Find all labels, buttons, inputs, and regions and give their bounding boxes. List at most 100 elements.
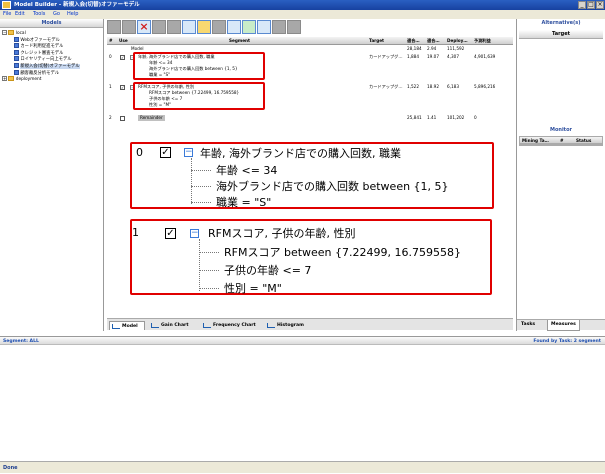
zoom-checkbox: ✓ [160, 147, 171, 158]
tree-node-new-member-offer[interactable]: 新規入会(切替)オファーモデル [2, 62, 103, 70]
model-row-label: Model [131, 46, 144, 51]
cell-target: カードアップグ… [369, 84, 403, 89]
tab-gain-chart[interactable]: Gain Chart [149, 321, 189, 330]
excel-icon[interactable] [242, 20, 256, 34]
menu-go[interactable]: Go [53, 10, 60, 19]
highlight-box [133, 52, 265, 80]
menu-edit[interactable]: Edit [15, 10, 25, 19]
col-target[interactable]: Target [369, 37, 384, 45]
model-icon [14, 36, 19, 42]
segment-grid-header: # Use Segment Target 適合… 適合… Deploy… 予測利… [107, 37, 513, 45]
tab-measures[interactable]: Measures [547, 320, 580, 331]
chart-icon[interactable] [257, 20, 271, 34]
monitor-col[interactable]: # [560, 137, 564, 144]
menu-bar [0, 10, 605, 19]
menu-help[interactable]: Help [67, 10, 78, 19]
tab-frequency-chart[interactable]: Frequency Chart [201, 321, 256, 330]
tree-label: deployment [15, 77, 42, 83]
zoom-collapse-icon: − [190, 228, 199, 238]
expand-toggle[interactable]: − [2, 30, 7, 35]
models-panel: Models − local Webオファーモデル カード利用促進モデル クレジ… [0, 19, 104, 331]
zoom-row-num: 1 [132, 226, 139, 239]
toolbar-button[interactable] [107, 20, 121, 34]
use-checkbox[interactable]: ✓ [120, 54, 125, 60]
col-segment[interactable]: Segment [229, 37, 250, 45]
cell: 5,896,216 [474, 84, 496, 89]
use-checkbox[interactable]: ✓ [120, 84, 125, 90]
toolbar-button[interactable] [152, 20, 166, 34]
tree-label: 新規入会(切替)オファーモデル [20, 63, 80, 69]
histogram-icon [267, 323, 275, 328]
open-icon[interactable] [197, 20, 211, 34]
app-icon [2, 1, 11, 9]
col-c2[interactable]: 適合… [427, 37, 440, 45]
tree-node-credit-review[interactable]: クレジット審査モデル [2, 49, 103, 57]
monitor-table-header: Mining Ta… # Status [519, 136, 603, 144]
monitor-header: Monitor [517, 126, 605, 134]
use-checkbox[interactable] [120, 115, 125, 121]
toolbar-button[interactable] [212, 20, 226, 34]
zoom-segment-title: RFMスコア, 子供の年齢, 性別 [208, 227, 356, 240]
tree-node-card-usage[interactable]: カード利用促進モデル [2, 43, 103, 50]
zoom-collapse-icon: − [184, 147, 193, 157]
zoom-callout-segment-0: 0 ✓ − 年齢, 海外ブランド店での購入回数, 職業 年齢 <= 34 海外ブ… [130, 142, 494, 209]
tab-histogram[interactable]: Histogram [265, 321, 304, 330]
right-tabs: Tasks Measures [517, 319, 605, 331]
edit-icon[interactable] [227, 20, 241, 34]
tree-line [191, 158, 192, 204]
divider [519, 144, 603, 146]
cell-target: カードアップグ… [369, 54, 403, 59]
tab-tasks[interactable]: Tasks [521, 320, 535, 330]
minimize-button[interactable]: _ [578, 1, 586, 9]
tree-line [199, 288, 219, 289]
cell: 2.94 [427, 46, 437, 51]
tree-node-churn[interactable]: 顧客離反分析モデル [2, 69, 103, 77]
tree-label: カード利用促進モデル [20, 44, 64, 50]
close-button[interactable]: × [596, 1, 604, 9]
tab-label: Model [122, 324, 138, 329]
model-icon [14, 49, 19, 55]
cell: 111,592 [447, 46, 465, 51]
toolbar-button[interactable] [167, 20, 181, 34]
tree-line [199, 239, 200, 291]
tab-label: Histogram [277, 323, 304, 328]
segment-label: Remainder [138, 115, 165, 121]
cell: 28,184 [407, 46, 422, 51]
col-c1[interactable]: 適合… [407, 37, 420, 45]
target-col-header[interactable]: Target [519, 30, 603, 39]
tree-node-loyalty[interactable]: ロイヤリティー向上モデル [2, 56, 103, 63]
menu-file[interactable]: File [3, 10, 11, 19]
tab-model[interactable]: Model [109, 321, 145, 330]
tree-node-local[interactable]: − local [2, 30, 103, 37]
status-text: Done [3, 465, 18, 471]
toolbar-button[interactable] [287, 20, 301, 34]
tree-label: local [15, 31, 26, 36]
zoom-condition: 性別 = "M" [224, 282, 282, 295]
maximize-button[interactable]: □ [587, 1, 595, 9]
col-c3[interactable]: Deploy… [447, 37, 468, 45]
delete-icon[interactable]: × [137, 20, 151, 34]
folder-icon [8, 76, 15, 82]
tree-line [199, 252, 219, 253]
tree-label: 顧客離反分析モデル [20, 70, 60, 76]
toolbar-button[interactable] [272, 20, 286, 34]
monitor-col[interactable]: Status [576, 137, 591, 144]
row-num: 1 [109, 84, 112, 89]
monitor-col[interactable]: Mining Ta… [522, 137, 549, 144]
col-use[interactable]: Use [119, 37, 128, 45]
cell: 0 [474, 115, 477, 120]
tree-node-deployment[interactable]: + deployment [2, 76, 103, 83]
col-c4[interactable]: 予測利益 [474, 37, 491, 45]
cell: 19.07 [427, 54, 439, 59]
tab-label: Frequency Chart [213, 323, 256, 328]
toolbar-button[interactable] [122, 20, 136, 34]
cell: 18.92 [427, 84, 439, 89]
table-icon[interactable] [182, 20, 196, 34]
tree-node-web-offer[interactable]: Webオファーモデル [2, 36, 103, 44]
zoom-condition: 子供の年齢 <= 7 [224, 264, 312, 277]
status-bar: Done [0, 461, 605, 473]
col-num[interactable]: # [109, 37, 113, 45]
models-panel-header: Models [0, 19, 103, 28]
expand-toggle[interactable]: + [2, 76, 7, 82]
menu-tools[interactable]: Tools [33, 10, 45, 19]
